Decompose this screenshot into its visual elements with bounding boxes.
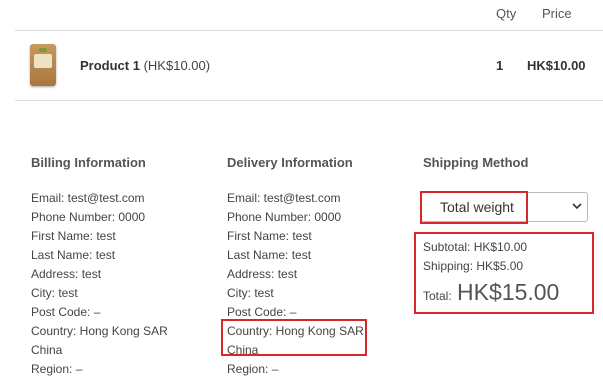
billing-post-code: Post Code: – — [31, 305, 101, 319]
shipping-title: Shipping Method — [423, 155, 529, 170]
delivery-country: Country: Hong Kong SAR — [227, 324, 364, 338]
delivery-country-cont: China — [227, 343, 259, 357]
billing-info-list: Email: test@test.com Phone Number: 0000 … — [31, 189, 216, 379]
delivery-info-list: Email: test@test.com Phone Number: 0000 … — [227, 189, 412, 379]
product-name: Product 1 — [80, 58, 140, 73]
billing-email: Email: test@test.com — [31, 191, 145, 205]
delivery-city: City: test — [227, 286, 274, 300]
divider-bottom — [15, 100, 603, 101]
delivery-phone: Phone Number: 0000 — [227, 210, 342, 224]
billing-city: City: test — [31, 286, 78, 300]
billing-last-name: Last Name: test — [31, 248, 116, 262]
divider-top — [15, 30, 603, 31]
order-total: Total: HK$15.00 — [423, 279, 559, 306]
price-column-header: Price — [542, 6, 572, 21]
delivery-title: Delivery Information — [227, 155, 353, 170]
product-qty: 1 — [496, 58, 504, 73]
delivery-last-name: Last Name: test — [227, 248, 312, 262]
shipping-cost-text: Shipping: HK$5.00 — [423, 259, 524, 273]
total-label: Total: — [423, 289, 452, 303]
product-thumbnail-image — [30, 44, 56, 86]
shipping-method-select[interactable]: Total weight — [421, 192, 588, 222]
billing-address: Address: test — [31, 267, 102, 281]
product-unit-price: (HK$10.00) — [143, 58, 211, 73]
delivery-first-name: First Name: test — [227, 229, 312, 243]
subtotal-text: Subtotal: HK$10.00 — [423, 240, 528, 254]
product-title: Product 1 (HK$10.00) — [80, 58, 210, 73]
billing-title: Billing Information — [31, 155, 146, 170]
billing-phone: Phone Number: 0000 — [31, 210, 146, 224]
billing-first-name: First Name: test — [31, 229, 116, 243]
chevron-down-icon — [572, 203, 582, 210]
delivery-region: Region: – — [227, 362, 279, 376]
qty-column-header: Qty — [496, 6, 517, 21]
delivery-post-code: Post Code: – — [227, 305, 297, 319]
billing-country-cont: China — [31, 343, 63, 357]
delivery-address: Address: test — [227, 267, 298, 281]
shipping-method-value: Total weight — [440, 199, 514, 215]
billing-country: Country: Hong Kong SAR — [31, 324, 168, 338]
product-price: HK$10.00 — [527, 58, 586, 73]
billing-region: Region: – — [31, 362, 83, 376]
total-amount: HK$15.00 — [457, 279, 560, 305]
delivery-email: Email: test@test.com — [227, 191, 341, 205]
